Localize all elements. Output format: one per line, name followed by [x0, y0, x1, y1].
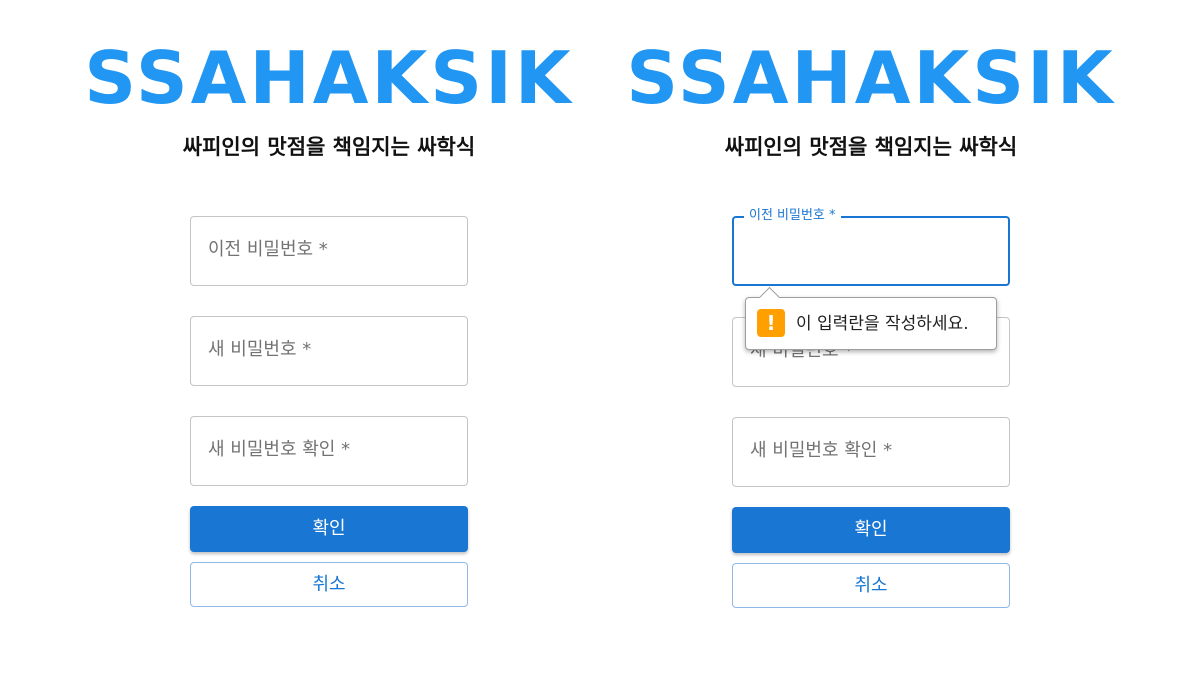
brand-logo: SSAHAKSIK — [84, 36, 574, 120]
change-password-panel-default: SSAHAKSIK 싸피인의 맛점을 책임지는 싸학식 이전 비밀번호 * 새 … — [49, 0, 609, 678]
old-password-field[interactable]: 이전 비밀번호 * — [190, 216, 468, 286]
brand-tagline: 싸피인의 맛점을 책임지는 싸학식 — [724, 135, 1018, 159]
brand-logo: SSAHAKSIK — [626, 36, 1116, 120]
confirm-button[interactable]: 확인 — [732, 507, 1010, 553]
old-password-placeholder: 이전 비밀번호 * — [208, 239, 328, 260]
change-password-panel-validation: SSAHAKSIK 싸피인의 맛점을 책임지는 싸학식 이전 비밀번호 * 새 … — [591, 0, 1151, 678]
confirm-button[interactable]: 확인 — [190, 506, 468, 552]
new-password-placeholder: 새 비밀번호 * — [208, 339, 312, 360]
warning-icon: ! — [757, 309, 785, 337]
confirm-password-field[interactable]: 새 비밀번호 확인 * — [190, 416, 468, 486]
cancel-button[interactable]: 취소 — [190, 562, 468, 607]
old-password-floating-label: 이전 비밀번호 * — [744, 208, 841, 224]
confirm-password-placeholder: 새 비밀번호 확인 * — [208, 439, 351, 460]
required-field-tooltip: ! 이 입력란을 작성하세요. — [745, 286, 997, 350]
old-password-field-focused[interactable]: 이전 비밀번호 * — [732, 208, 1010, 286]
tooltip-message: 이 입력란을 작성하세요. — [796, 314, 969, 334]
brand-tagline: 싸피인의 맛점을 책임지는 싸학식 — [182, 135, 476, 159]
confirm-password-field[interactable]: 새 비밀번호 확인 * — [732, 417, 1010, 487]
tooltip-arrow — [758, 286, 781, 309]
cancel-button[interactable]: 취소 — [732, 563, 1010, 608]
new-password-field[interactable]: 새 비밀번호 * — [190, 316, 468, 386]
confirm-password-placeholder: 새 비밀번호 확인 * — [750, 440, 893, 461]
